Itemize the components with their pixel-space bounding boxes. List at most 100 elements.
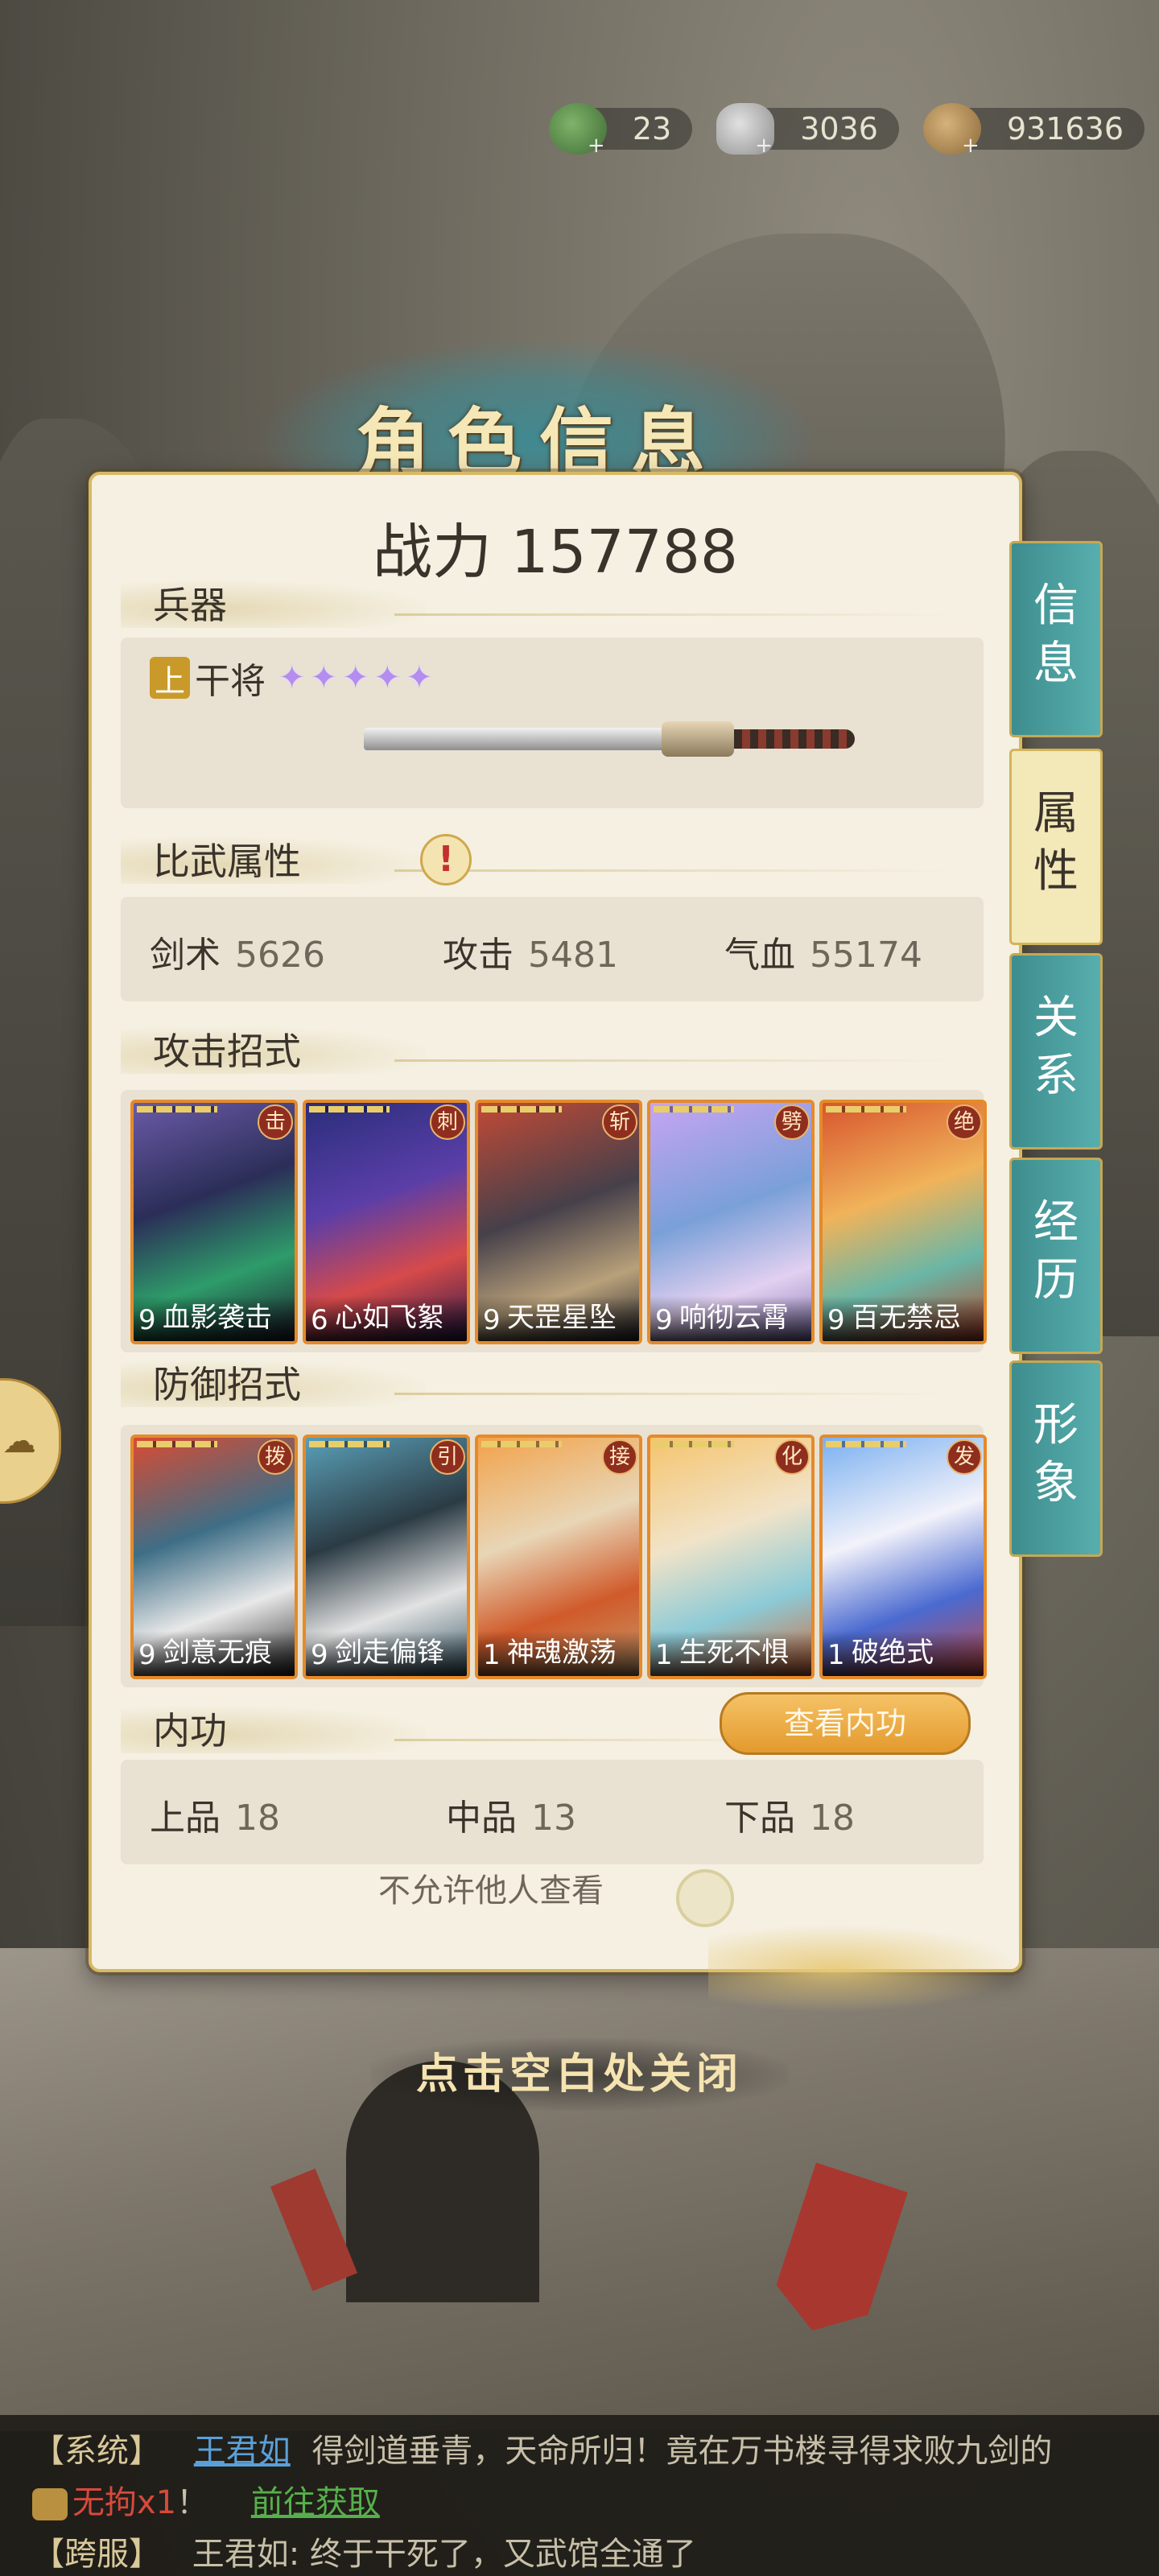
inner-power-box: 上品 18 中品 13 下品 18 [121,1760,984,1864]
tab-history[interactable]: 经历 [1009,1158,1103,1354]
tab-label: 信息 [1033,580,1079,690]
move-level: 9 [138,1304,156,1336]
move-gauge [137,1441,217,1447]
divider [394,613,958,616]
stat-value: 5626 [235,935,325,976]
move-level: 9 [483,1304,501,1336]
move-type-badge: 发 [947,1439,982,1475]
currency-jade[interactable]: + 23 [548,103,693,158]
city-wall [0,1948,1159,2431]
privacy-toggle[interactable] [676,1869,734,1927]
attack-move-cards: 击 9 血影袭击 刺 6 心如飞絮 斩 9 天罡星坠 劈 9 响彻云霄 绝 9 … [130,1100,987,1344]
move-type-badge: 化 [774,1439,810,1475]
move-card[interactable]: 发 1 破绝式 [819,1435,987,1679]
currency-bar: + 23 + 3036 + 931636 [548,103,1145,158]
chat-punct: ！ [176,2484,209,2521]
stat-attack: 攻击 5481 [443,926,618,977]
move-gauge [309,1106,390,1113]
move-type-badge: 引 [430,1439,465,1475]
section-combat-attributes: 比武属性 ! [121,829,958,886]
weapon-box[interactable]: 上 干将 ✦ ✦ ✦ ✦ ✦ [121,638,984,808]
grade-badge: 上 [150,657,190,699]
move-level: 9 [655,1304,673,1336]
move-level: 6 [311,1304,328,1336]
section-defense-moves: 防御招式 [121,1352,958,1409]
move-card[interactable]: 劈 9 响彻云霄 [647,1100,815,1344]
go-obtain-link[interactable]: 前往获取 [251,2484,380,2521]
section-weapon: 兵器 [121,573,958,630]
move-level: 1 [827,1639,845,1671]
item-icon [32,2488,68,2520]
move-level: 9 [827,1304,845,1336]
move-name: 天罡星坠 [507,1302,617,1334]
section-title: 防御招式 [153,1363,301,1406]
stat-label: 剑术 [150,935,221,976]
move-level: 1 [655,1639,673,1671]
stat-label: 气血 [724,935,795,976]
tab-attributes[interactable]: 属性 [1009,749,1103,945]
star-icon: ✦ [406,659,433,696]
defense-moves-box: 拨 9 剑意无痕 引 9 剑走偏锋 接 1 神魂激荡 化 1 生死不惧 发 1 … [121,1425,987,1687]
view-inner-power-button[interactable]: 查看内功 [720,1692,971,1755]
move-type-badge: 劈 [774,1104,810,1140]
defense-move-cards: 拨 9 剑意无痕 引 9 剑走偏锋 接 1 神魂激荡 化 1 生死不惧 发 1 … [130,1435,987,1679]
section-title: 比武属性 [153,840,301,883]
move-card[interactable]: 绝 9 百无禁忌 [819,1100,987,1344]
dialog-title-banner: 角色信息 [241,330,837,491]
player-name-link[interactable]: 王君如 [194,2433,291,2470]
grade-label: 下品 [724,1798,795,1839]
chat-channel: 【系统】 [32,2433,161,2470]
move-gauge [481,1106,562,1113]
move-gauge [826,1441,906,1447]
grade-middle: 中品 13 [446,1789,576,1840]
section-title: 兵器 [153,584,227,627]
cloud-ornament [708,1924,1022,2013]
move-gauge [481,1441,562,1447]
star-icon: ✦ [310,659,338,696]
stat-health: 气血 55174 [724,926,922,977]
tab-label: 关系 [1033,992,1079,1102]
weapon-name: 干将 [195,661,266,702]
move-gauge [826,1106,906,1113]
chat-log[interactable]: 【系统】 王君如 得剑道垂青，天命所归！竟在万书楼寻得求败九剑的 无拘x1！ 前… [0,2415,1159,2576]
move-card[interactable]: 刺 6 心如飞絮 [303,1100,470,1344]
move-level: 9 [138,1639,156,1671]
move-name: 心如飞絮 [335,1302,444,1334]
move-card[interactable]: 斩 9 天罡星坠 [475,1100,642,1344]
alert-icon[interactable]: ! [420,834,472,886]
currency-copper[interactable]: + 931636 [922,103,1145,158]
tab-label: 形象 [1033,1399,1079,1509]
move-card[interactable]: 击 9 血影袭击 [130,1100,298,1344]
move-gauge [654,1441,734,1447]
move-type-badge: 击 [258,1104,293,1140]
star-icon: ✦ [278,659,306,696]
move-card[interactable]: 化 1 生死不惧 [647,1435,815,1679]
move-type-badge: 拨 [258,1439,293,1475]
plus-icon: + [961,134,980,158]
chat-channel: 【跨服】 [32,2536,161,2573]
divider [394,1059,958,1062]
chat-line: 【跨服】 王君如: 终于干死了，又武馆全通了 [32,2528,696,2574]
tab-appearance[interactable]: 形象 [1009,1360,1103,1557]
grade-value: 18 [235,1798,280,1839]
character-info-panel: 战力 157788 兵器 上 干将 ✦ ✦ ✦ ✦ ✦ 比武属性 ! 剑术 562… [89,472,1022,1972]
stat-value: 55174 [810,935,922,976]
currency-silver[interactable]: + 3036 [716,103,899,158]
move-type-badge: 斩 [602,1104,637,1140]
tab-relations[interactable]: 关系 [1009,953,1103,1150]
move-name: 响彻云霄 [679,1302,789,1334]
section-attack-moves: 攻击招式 [121,1019,958,1075]
move-card[interactable]: 拨 9 剑意无痕 [130,1435,298,1679]
plus-icon: + [587,134,605,158]
divider [394,1393,958,1395]
move-card[interactable]: 引 9 剑走偏锋 [303,1435,470,1679]
tab-label: 经历 [1033,1196,1079,1307]
tab-info[interactable]: 信息 [1009,541,1103,737]
move-type-badge: 刺 [430,1104,465,1140]
move-name: 剑意无痕 [163,1637,272,1669]
chat-icon: ☁ [2,1421,36,1460]
move-card[interactable]: 接 1 神魂激荡 [475,1435,642,1679]
tab-label: 属性 [1033,787,1079,898]
chat-line: 无拘x1！ 前往获取 [32,2476,380,2523]
move-type-badge: 接 [602,1439,637,1475]
